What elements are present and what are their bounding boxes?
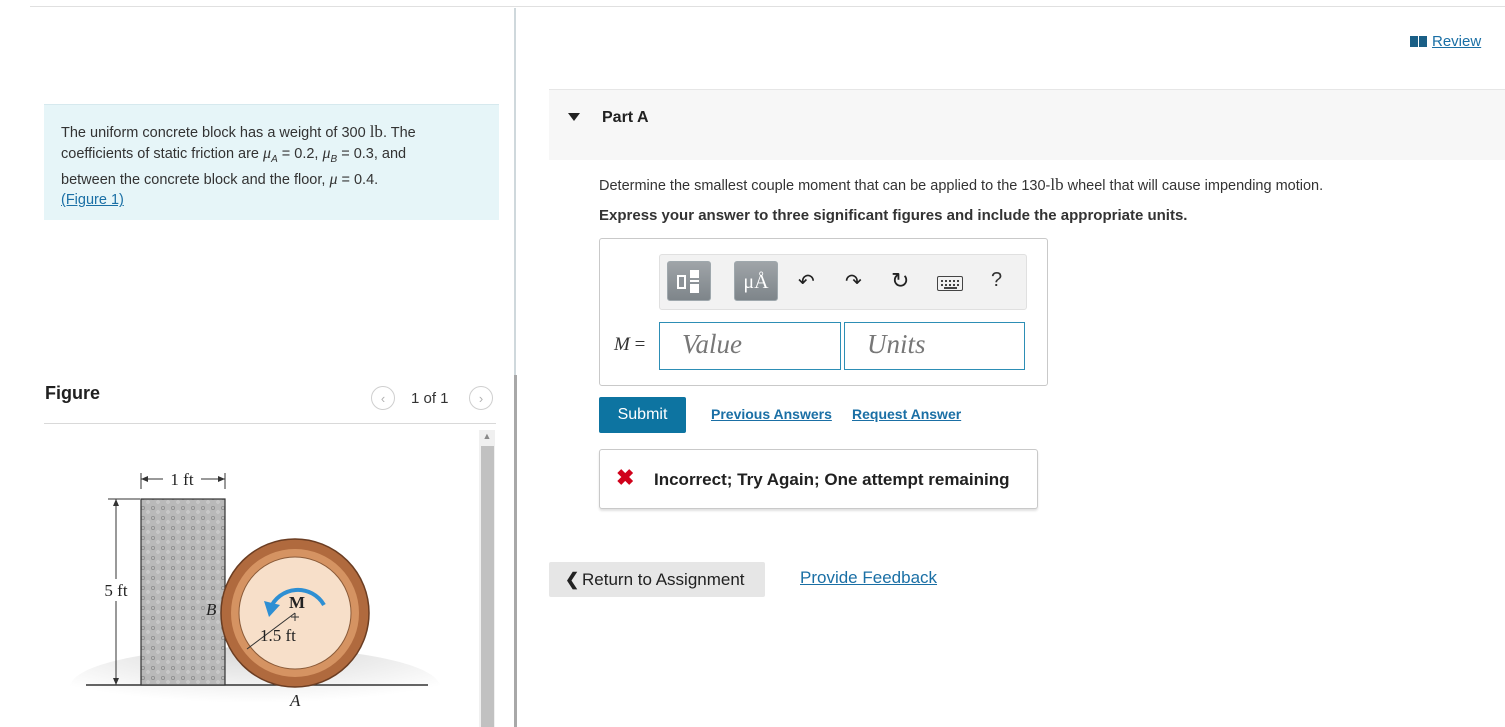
templates-icon bbox=[677, 270, 699, 293]
templates-button[interactable] bbox=[667, 261, 711, 301]
arrowhead bbox=[113, 499, 119, 506]
concrete-block bbox=[140, 498, 226, 686]
answer-variable-label: M = bbox=[614, 334, 645, 356]
mu-symbol: μ bbox=[322, 144, 331, 162]
figure-divider bbox=[44, 423, 496, 424]
previous-answers-link[interactable]: Previous Answers bbox=[711, 406, 832, 422]
point-a-label: A bbox=[289, 691, 301, 710]
moment-label: M bbox=[289, 593, 305, 612]
feedback-text: Incorrect; Try Again; One attempt remain… bbox=[654, 470, 1010, 489]
value-input[interactable]: Value bbox=[659, 322, 841, 370]
math-toolbar bbox=[659, 254, 1027, 310]
question-unit: lb bbox=[1050, 175, 1064, 194]
incorrect-icon: ✖ bbox=[616, 465, 635, 490]
figure-pager: 1 of 1 bbox=[411, 390, 449, 407]
problem-statement: The uniform concrete block has a weight … bbox=[44, 104, 499, 220]
next-figure-button[interactable]: › bbox=[469, 386, 493, 410]
mu-symbol: μ bbox=[263, 144, 272, 162]
help-icon[interactable]: ? bbox=[991, 269, 1002, 292]
answer-instruction: Express your answer to three significant… bbox=[599, 207, 1188, 224]
previous-figure-button[interactable]: ‹ bbox=[371, 386, 395, 410]
request-answer-link[interactable]: Request Answer bbox=[852, 406, 961, 422]
mu-a-value: = 0.2, bbox=[277, 145, 323, 162]
width-label: 1 ft bbox=[170, 470, 193, 489]
redo-icon[interactable]: ↷ bbox=[845, 269, 862, 294]
provide-feedback-link[interactable]: Provide Feedback bbox=[800, 568, 937, 588]
figure-scrollbar-thumb[interactable] bbox=[481, 446, 494, 727]
arrowhead bbox=[218, 476, 225, 482]
caret-down-icon[interactable] bbox=[568, 113, 580, 121]
arrowhead bbox=[141, 476, 148, 482]
book-icon bbox=[1410, 36, 1428, 47]
return-to-assignment-button[interactable]: ❮ Return to Assignment bbox=[549, 562, 765, 597]
chevron-right-icon: › bbox=[478, 390, 484, 406]
radius-label: 1.5 ft bbox=[260, 626, 296, 645]
figure-diagram: 1 ft 5 ft B M 1.5 ft A bbox=[70, 470, 440, 727]
part-header[interactable] bbox=[549, 89, 1505, 160]
mu-floor-value: = 0.4. bbox=[337, 171, 379, 188]
point-b-label: B bbox=[206, 600, 217, 619]
height-label: 5 ft bbox=[104, 581, 127, 600]
unit-lb: lb bbox=[369, 122, 383, 141]
submit-button[interactable]: Submit bbox=[599, 397, 686, 433]
question-text-1: Determine the smallest couple moment tha… bbox=[599, 178, 1051, 194]
reset-icon[interactable]: ↻ bbox=[891, 268, 909, 294]
units-button[interactable]: μÅ bbox=[734, 261, 778, 301]
chevron-left-icon: ❮ bbox=[565, 570, 580, 589]
keyboard-icon[interactable] bbox=[937, 276, 963, 291]
figure-link[interactable]: (Figure 1) bbox=[61, 192, 124, 208]
problem-text-1: The uniform concrete block has a weight … bbox=[61, 125, 370, 141]
subscript-a: A bbox=[271, 153, 278, 165]
units-input[interactable]: Units bbox=[844, 322, 1025, 370]
question-text: Determine the smallest couple moment tha… bbox=[599, 175, 1323, 195]
figure-title: Figure bbox=[45, 383, 101, 403]
top-divider bbox=[30, 6, 1505, 7]
return-label: Return to Assignment bbox=[582, 570, 745, 589]
question-text-2: wheel that will cause impending motion. bbox=[1063, 178, 1324, 194]
pane-scrollbar[interactable] bbox=[514, 375, 517, 727]
chevron-left-icon: ‹ bbox=[380, 390, 386, 406]
part-title: Part A bbox=[602, 109, 649, 126]
review-label: Review bbox=[1432, 33, 1482, 50]
scroll-up-icon[interactable]: ▲ bbox=[480, 430, 494, 442]
undo-icon[interactable]: ↶ bbox=[798, 269, 815, 294]
equals-sign: = bbox=[629, 334, 646, 355]
answer-variable: M bbox=[614, 334, 630, 355]
review-link[interactable]: Review bbox=[1410, 33, 1481, 50]
